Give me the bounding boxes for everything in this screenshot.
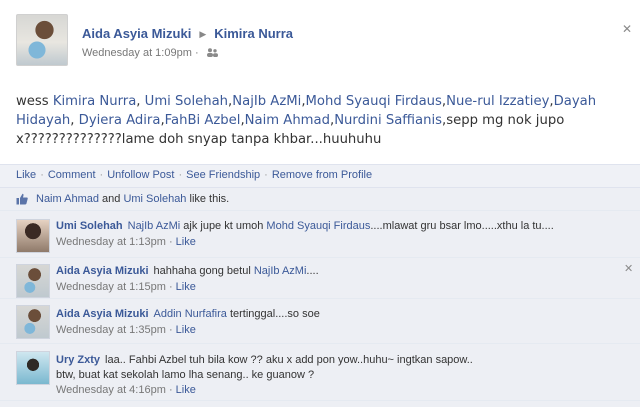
friends-icon[interactable] xyxy=(206,48,218,57)
comment-meta: Wednesday at 4:16pm · Like xyxy=(56,384,196,396)
comment-text: Aida Asyia Mizuki hahhaha gong betul NajI… xyxy=(56,265,319,277)
post-actions: Like · Comment · Unfollow Post · See Friendshi… xyxy=(16,169,372,181)
action-separator: · xyxy=(178,169,183,181)
comment-meta: Wednesday at 1:15pm · Like xyxy=(56,281,196,293)
meta-separator: · xyxy=(194,47,199,59)
mention-link[interactable]: Kimira Nurra xyxy=(53,94,136,109)
close-icon[interactable]: ✕ xyxy=(622,22,632,36)
comment-item: Umi Solehah NajIb AzMi ajk jupe kt umoh M… xyxy=(0,210,640,257)
text-segment: ajk jupe kt umoh xyxy=(180,220,267,232)
likes-row: Naim Ahmad and Umi Solehah like this. xyxy=(0,188,640,211)
action-separator: · xyxy=(99,169,104,181)
comment-text-line2: btw, buat kat sekolah lamo lha senang.. … xyxy=(56,369,315,381)
mention-link[interactable]: Addin Nurfafira xyxy=(154,308,227,320)
post-participants: Aida Asyia Mizuki ▶ Kimira Nurra xyxy=(82,26,293,41)
comment-like-link[interactable]: Like xyxy=(176,236,196,248)
comment-like-link[interactable]: Like xyxy=(176,324,196,336)
comment-like-link[interactable]: Like xyxy=(176,384,196,396)
action-remove-from-profile-link[interactable]: Remove from Profile xyxy=(272,169,372,181)
text-segment: , xyxy=(70,113,79,128)
thumbs-up-icon xyxy=(16,193,28,205)
liker-link[interactable]: Naim Ahmad xyxy=(36,193,99,205)
meta-separator: · xyxy=(168,281,173,293)
comment-author-link[interactable]: Ury Zxty xyxy=(56,354,100,366)
commenter-avatar[interactable] xyxy=(16,351,50,385)
mention-link[interactable]: Nue-rul Izzatiey xyxy=(446,94,549,109)
comment-text: Aida Asyia Mizuki Addin Nurfafira terting… xyxy=(56,308,320,320)
mention-link[interactable]: Dyiera Adira xyxy=(79,113,161,128)
text-segment: tertinggal....so soe xyxy=(226,308,320,320)
text-segment: ....mlawat gru bsar lmo.....xthu la tu..… xyxy=(370,220,554,232)
text-segment: , xyxy=(136,94,145,109)
comment-body: NajIb AzMi ajk jupe kt umoh Mohd Syauqi … xyxy=(128,220,554,232)
comment-timestamp[interactable]: Wednesday at 1:15pm xyxy=(56,281,166,293)
action-comment-link[interactable]: Comment xyxy=(48,169,96,181)
likes-suffix: like this. xyxy=(186,193,230,205)
comment-item: Ury Zxty laa.. Fahbi Azbel tuh bila kow ?… xyxy=(0,343,640,400)
post-timestamp[interactable]: Wednesday at 1:09pm xyxy=(82,47,192,59)
meta-separator: · xyxy=(168,384,173,396)
mention-link[interactable]: NajIb AzMi xyxy=(254,265,307,277)
comment-body: laa.. Fahbi Azbel tuh bila kow ?? aku x … xyxy=(105,354,473,366)
mention-link[interactable]: Mohd Syauqi Firdaus xyxy=(306,94,442,109)
text-segment: .... xyxy=(306,265,319,277)
arrow-right-icon: ▶ xyxy=(199,29,207,39)
action-unfollow-post-link[interactable]: Unfollow Post xyxy=(107,169,174,181)
post-header: Aida Asyia Mizuki ▶ Kimira Nurra Wednesday… xyxy=(16,14,640,70)
mention-link[interactable]: Umi Solehah xyxy=(145,94,228,109)
action-separator: · xyxy=(40,169,44,181)
action-see-friendship-link[interactable]: See Friendship xyxy=(186,169,260,181)
post-message: wess Kimira Nurra, Umi Solehah, NajIb AzM… xyxy=(16,92,626,149)
post-meta: Wednesday at 1:09pm · xyxy=(82,47,218,59)
mention-link[interactable]: NajIb AzMi xyxy=(128,220,181,232)
text-segment: hahhaha gong betul xyxy=(153,265,254,277)
mention-link[interactable]: FahBi Azbel xyxy=(165,113,241,128)
comment-text: Umi Solehah NajIb AzMi ajk jupe kt umoh M… xyxy=(56,220,554,232)
comment-meta: Wednesday at 1:35pm · Like xyxy=(56,324,196,336)
text-segment: wess xyxy=(16,94,53,109)
meta-separator: · xyxy=(168,324,173,336)
comment-like-link[interactable]: Like xyxy=(176,281,196,293)
comment-timestamp[interactable]: Wednesday at 1:35pm xyxy=(56,324,166,336)
meta-separator: · xyxy=(168,236,173,248)
comment-item: Aida Asyia Mizuki hahhaha gong betul NajI… xyxy=(0,257,640,298)
comment-meta: Wednesday at 1:13pm · Like xyxy=(56,236,196,248)
commenter-avatar[interactable] xyxy=(16,219,50,253)
author-avatar[interactable] xyxy=(16,14,68,66)
action-separator: · xyxy=(264,169,268,181)
comment-timestamp[interactable]: Wednesday at 4:16pm xyxy=(56,384,166,396)
comment-body: Addin Nurfafira tertinggal....so soe xyxy=(154,308,320,320)
comment-author-link[interactable]: Aida Asyia Mizuki xyxy=(56,308,149,320)
likes-and: and xyxy=(98,193,124,205)
close-icon[interactable]: ✕ xyxy=(624,262,633,275)
post-actions-bar: Like · Comment · Unfollow Post · See Friendshi… xyxy=(0,164,640,188)
comment-author-link[interactable]: Umi Solehah xyxy=(56,220,123,232)
mention-link[interactable]: Naim Ahmad xyxy=(245,113,330,128)
mention-link[interactable]: Mohd Syauqi Firdaus xyxy=(266,220,370,232)
post-target-link[interactable]: Kimira Nurra xyxy=(214,26,293,41)
liker-link[interactable]: Umi Solehah xyxy=(123,193,186,205)
mention-link[interactable]: NajIb AzMi xyxy=(232,94,301,109)
comment-text: Ury Zxty laa.. Fahbi Azbel tuh bila kow ?… xyxy=(56,354,473,366)
commenter-avatar[interactable] xyxy=(16,305,50,339)
comment-item: Aida Asyia Mizuki Addin Nurfafira terting… xyxy=(0,298,640,343)
action-like-link[interactable]: Like xyxy=(16,169,36,181)
text-segment: laa.. Fahbi Azbel tuh bila kow ?? aku x … xyxy=(105,354,473,366)
likes-text: Naim Ahmad and Umi Solehah like this. xyxy=(36,193,229,205)
comment-body: hahhaha gong betul NajIb AzMi.... xyxy=(154,265,319,277)
post-author-link[interactable]: Aida Asyia Mizuki xyxy=(82,26,191,41)
commenter-avatar[interactable] xyxy=(16,264,50,298)
mention-link[interactable]: Nurdini Saffianis xyxy=(334,113,442,128)
comment-author-link[interactable]: Aida Asyia Mizuki xyxy=(56,265,149,277)
comment-timestamp[interactable]: Wednesday at 1:13pm xyxy=(56,236,166,248)
